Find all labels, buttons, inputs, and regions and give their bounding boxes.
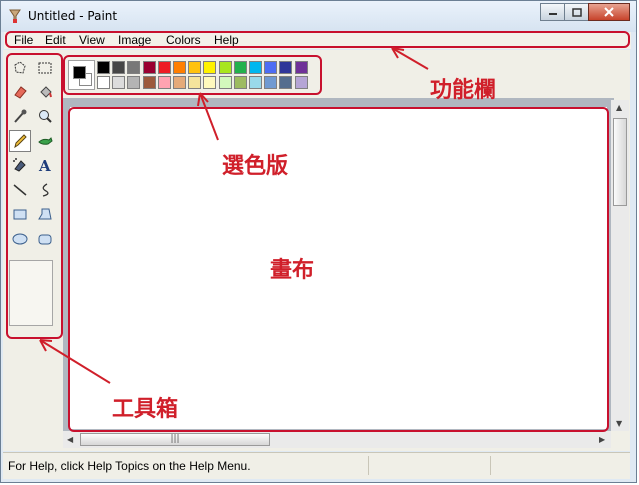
window-title: Untitled - Paint bbox=[28, 9, 118, 23]
vertical-scroll-thumb[interactable] bbox=[613, 118, 627, 206]
toolbox-highlight bbox=[6, 53, 63, 339]
minimize-button[interactable] bbox=[540, 3, 565, 21]
palette-highlight bbox=[63, 55, 322, 95]
title-bar[interactable]: Untitled - Paint bbox=[1, 1, 636, 32]
toolbox-annotation-label: 工具箱 bbox=[112, 397, 179, 422]
minimize-icon bbox=[548, 13, 557, 15]
status-help-text: For Help, click Help Topics on the Help … bbox=[8, 459, 251, 473]
menu-annotation-label: 功能欄 bbox=[430, 78, 497, 103]
scroll-right-icon[interactable]: ▶ bbox=[599, 435, 605, 444]
scroll-down-icon[interactable]: ▼ bbox=[616, 419, 622, 428]
scroll-left-icon[interactable]: ◀ bbox=[67, 435, 73, 444]
paint-app-icon bbox=[9, 9, 21, 23]
canvas-annotation-label: 畫布 bbox=[270, 258, 315, 283]
window-controls bbox=[540, 3, 630, 22]
horizontal-scroll-thumb[interactable]: ||| bbox=[80, 433, 270, 446]
status-divider bbox=[490, 456, 491, 475]
status-bar: For Help, click Help Topics on the Help … bbox=[3, 452, 630, 479]
menu-bar-highlight bbox=[5, 31, 630, 48]
scroll-up-icon[interactable]: ▲ bbox=[616, 103, 622, 112]
maximize-button[interactable] bbox=[564, 3, 589, 21]
palette-annotation-label: 選色版 bbox=[222, 154, 289, 179]
close-icon bbox=[604, 7, 614, 17]
close-button[interactable] bbox=[588, 3, 630, 21]
canvas-highlight bbox=[68, 107, 609, 432]
maximize-icon bbox=[571, 7, 582, 17]
status-divider bbox=[368, 456, 369, 475]
